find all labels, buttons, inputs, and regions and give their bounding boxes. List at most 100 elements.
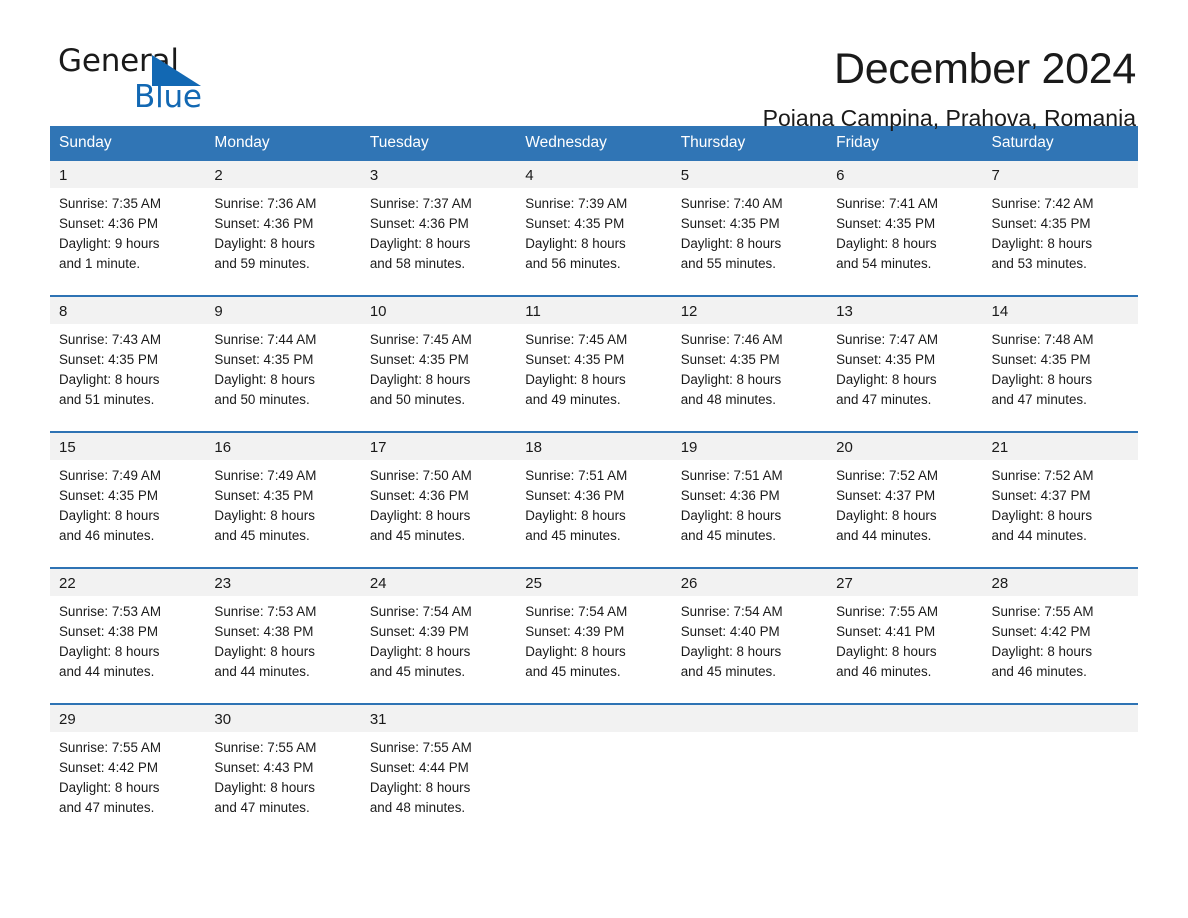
- daylight-duration-line1: Daylight: 8 hours: [59, 372, 160, 387]
- calendar-week-row: 15 Sunrise: 7:49 AM Sunset: 4:35 PM Dayligh…: [50, 432, 1138, 554]
- daylight-duration-line1: Daylight: 8 hours: [836, 644, 937, 659]
- sunset-time: Sunset: 4:35 PM: [836, 216, 936, 231]
- calendar-day-cell[interactable]: 7 Sunrise: 7:42 AM Sunset: 4:35 PM Daylight…: [982, 161, 1138, 282]
- calendar-day-cell[interactable]: 25 Sunrise: 7:54 AM Sunset: 4:39 PM Dayligh…: [516, 568, 672, 690]
- calendar-day-cell[interactable]: 27 Sunrise: 7:55 AM Sunset: 4:41 PM Dayligh…: [827, 568, 983, 690]
- sunset-time: Sunset: 4:35 PM: [59, 488, 158, 503]
- sunset-time: Sunset: 4:35 PM: [836, 352, 936, 367]
- sunrise-time: Sunrise: 7:42 AM: [991, 196, 1094, 211]
- calendar-day-cell[interactable]: 12 Sunrise: 7:46 AM Sunset: 4:35 PM Dayligh…: [671, 296, 828, 418]
- calendar-day-cell[interactable]: 13 Sunrise: 7:47 AM Sunset: 4:35 PM Dayligh…: [827, 296, 983, 418]
- calendar-day-cell[interactable]: 4 Sunrise: 7:39 AM Sunset: 4:35 PM Daylight…: [516, 161, 672, 282]
- daylight-duration-line1: Daylight: 8 hours: [680, 372, 782, 387]
- calendar-day-cell[interactable]: 30 Sunrise: 7:55 AM Sunset: 4:43 PM Dayligh…: [205, 704, 361, 826]
- sunrise-time: Sunrise: 7:53 AM: [214, 604, 317, 619]
- calendar-day-cell[interactable]: 21 Sunrise: 7:52 AM Sunset: 4:37 PM Dayligh…: [982, 432, 1138, 554]
- calendar-day-cell[interactable]: 1 Sunrise: 7:35 AM Sunset: 4:36 PM Daylight…: [50, 161, 206, 282]
- sunset-time: Sunset: 4:44 PM: [369, 760, 469, 775]
- day-details: Sunrise: 7:54 AM Sunset: 4:39 PM Daylight:…: [361, 596, 516, 690]
- day-details: Sunrise: 7:52 AM Sunset: 4:37 PM Daylight:…: [983, 460, 1138, 554]
- sunrise-time: Sunrise: 7:55 AM: [59, 740, 161, 755]
- daylight-duration-line1: Daylight: 8 hours: [525, 372, 626, 387]
- calendar-day-cell-empty: [827, 704, 983, 826]
- sunrise-time: Sunrise: 7:36 AM: [214, 196, 317, 211]
- sunrise-time: Sunrise: 7:54 AM: [525, 604, 628, 619]
- calendar-day-cell[interactable]: 11 Sunrise: 7:45 AM Sunset: 4:35 PM Dayligh…: [516, 296, 672, 418]
- calendar-day-cell[interactable]: 19 Sunrise: 7:51 AM Sunset: 4:36 PM Dayligh…: [671, 432, 828, 554]
- daylight-duration-line2: and 46 minutes.: [836, 664, 932, 679]
- day-number: 24: [360, 569, 517, 596]
- calendar-day-cell[interactable]: 24 Sunrise: 7:54 AM Sunset: 4:39 PM Dayligh…: [360, 568, 517, 690]
- daylight-duration-line2: and 50 minutes.: [369, 392, 466, 407]
- calendar-day-cell[interactable]: 2 Sunrise: 7:36 AM Sunset: 4:36 PM Daylight…: [205, 161, 361, 282]
- sunrise-time: Sunrise: 7:54 AM: [369, 604, 472, 619]
- calendar-day-cell[interactable]: 31 Sunrise: 7:55 AM Sunset: 4:44 PM Dayligh…: [360, 704, 517, 826]
- day-details: Sunrise: 7:54 AM Sunset: 4:40 PM Daylight:…: [672, 596, 827, 690]
- day-number: 25: [516, 569, 672, 596]
- day-details: Sunrise: 7:48 AM Sunset: 4:35 PM Daylight:…: [983, 324, 1138, 418]
- daylight-duration-line1: Daylight: 8 hours: [680, 508, 782, 523]
- day-number: 31: [360, 705, 517, 732]
- calendar-day-cell[interactable]: 17 Sunrise: 7:50 AM Sunset: 4:36 PM Dayligh…: [360, 432, 517, 554]
- day-details: Sunrise: 7:46 AM Sunset: 4:35 PM Daylight:…: [672, 324, 827, 418]
- sunset-time: Sunset: 4:37 PM: [991, 488, 1091, 503]
- calendar-day-cell[interactable]: 9 Sunrise: 7:44 AM Sunset: 4:35 PM Daylight…: [205, 296, 361, 418]
- calendar-day-cell[interactable]: 8 Sunrise: 7:43 AM Sunset: 4:35 PM Daylight…: [50, 296, 206, 418]
- calendar-day-cell[interactable]: 29 Sunrise: 7:55 AM Sunset: 4:42 PM Dayligh…: [50, 704, 206, 826]
- daylight-duration-line1: Daylight: 8 hours: [525, 236, 626, 251]
- calendar-day-cell[interactable]: 28 Sunrise: 7:55 AM Sunset: 4:42 PM Dayligh…: [982, 568, 1138, 690]
- sunset-time: Sunset: 4:42 PM: [59, 760, 158, 775]
- daylight-duration-line2: and 45 minutes.: [680, 528, 776, 543]
- logo-text-blue: Blue: [134, 79, 202, 115]
- sunset-time: Sunset: 4:35 PM: [369, 352, 469, 367]
- calendar-day-cell[interactable]: 26 Sunrise: 7:54 AM Sunset: 4:40 PM Dayligh…: [671, 568, 828, 690]
- title-block: December 2024 Poiana Campina, Prahova, R…: [218, 46, 1137, 132]
- calendar-day-cell[interactable]: 20 Sunrise: 7:52 AM Sunset: 4:37 PM Dayligh…: [827, 432, 983, 554]
- daylight-duration-line1: Daylight: 8 hours: [680, 236, 782, 251]
- daylight-duration-line2: and 45 minutes.: [680, 664, 776, 679]
- sunrise-time: Sunrise: 7:52 AM: [836, 468, 939, 483]
- sunset-time: Sunset: 4:39 PM: [525, 624, 625, 639]
- daylight-duration-line1: Daylight: 9 hours: [59, 236, 160, 251]
- daylight-duration-line2: and 55 minutes.: [680, 256, 776, 271]
- calendar-day-cell[interactable]: 23 Sunrise: 7:53 AM Sunset: 4:38 PM Dayligh…: [205, 568, 361, 690]
- daylight-duration-line1: Daylight: 8 hours: [991, 644, 1093, 659]
- daylight-duration-line2: and 44 minutes.: [214, 664, 310, 679]
- day-number: 8: [50, 297, 206, 324]
- calendar-day-cell[interactable]: 14 Sunrise: 7:48 AM Sunset: 4:35 PM Dayligh…: [982, 296, 1138, 418]
- day-number: 3: [360, 161, 517, 188]
- calendar-day-cell[interactable]: 22 Sunrise: 7:53 AM Sunset: 4:38 PM Dayligh…: [50, 568, 206, 690]
- calendar-day-cell[interactable]: 5 Sunrise: 7:40 AM Sunset: 4:35 PM Daylight…: [671, 161, 828, 282]
- daylight-duration-line1: Daylight: 8 hours: [991, 508, 1093, 523]
- page-header: General Blue December 2024 Poiana Campin…: [0, 0, 1188, 132]
- day-details: Sunrise: 7:55 AM Sunset: 4:43 PM Daylight:…: [205, 732, 360, 826]
- sunset-time: Sunset: 4:36 PM: [214, 216, 314, 231]
- daylight-duration-line1: Daylight: 8 hours: [214, 372, 315, 387]
- daylight-duration-line2: and 44 minutes.: [836, 528, 932, 543]
- day-number: 20: [827, 433, 983, 460]
- daylight-duration-line1: Daylight: 8 hours: [836, 508, 937, 523]
- calendar-day-cell[interactable]: 3 Sunrise: 7:37 AM Sunset: 4:36 PM Daylight…: [360, 161, 517, 282]
- calendar-day-cell[interactable]: 6 Sunrise: 7:41 AM Sunset: 4:35 PM Daylight…: [827, 161, 983, 282]
- sunrise-time: Sunrise: 7:44 AM: [214, 332, 317, 347]
- calendar-week-row: 22 Sunrise: 7:53 AM Sunset: 4:38 PM Dayligh…: [50, 568, 1138, 690]
- week-separator-rule: [50, 418, 1138, 433]
- week-separator-rule: [50, 282, 1138, 297]
- sunrise-time: Sunrise: 7:55 AM: [836, 604, 939, 619]
- sunset-time: Sunset: 4:41 PM: [836, 624, 936, 639]
- calendar-day-cell[interactable]: 16 Sunrise: 7:49 AM Sunset: 4:35 PM Dayligh…: [205, 432, 361, 554]
- calendar-day-cell-empty: [671, 704, 828, 826]
- calendar-day-cell[interactable]: 15 Sunrise: 7:49 AM Sunset: 4:35 PM Dayligh…: [50, 432, 206, 554]
- day-details: Sunrise: 7:37 AM Sunset: 4:36 PM Daylight:…: [361, 188, 516, 282]
- calendar-day-cell[interactable]: 18 Sunrise: 7:51 AM Sunset: 4:36 PM Dayligh…: [516, 432, 672, 554]
- sunset-time: Sunset: 4:37 PM: [836, 488, 936, 503]
- day-details: Sunrise: 7:43 AM Sunset: 4:35 PM Daylight:…: [50, 324, 205, 418]
- calendar-container: Sunday Monday Tuesday Wednesday Thursday…: [50, 126, 1138, 826]
- sunset-time: Sunset: 4:36 PM: [525, 488, 625, 503]
- day-number: 7: [982, 161, 1138, 188]
- daylight-duration-line2: and 46 minutes.: [59, 528, 155, 543]
- day-details: Sunrise: 7:55 AM Sunset: 4:42 PM Daylight:…: [50, 732, 205, 826]
- day-details: Sunrise: 7:51 AM Sunset: 4:36 PM Daylight:…: [516, 460, 671, 554]
- calendar-day-cell[interactable]: 10 Sunrise: 7:45 AM Sunset: 4:35 PM Dayligh…: [360, 296, 517, 418]
- sunset-time: Sunset: 4:35 PM: [214, 488, 314, 503]
